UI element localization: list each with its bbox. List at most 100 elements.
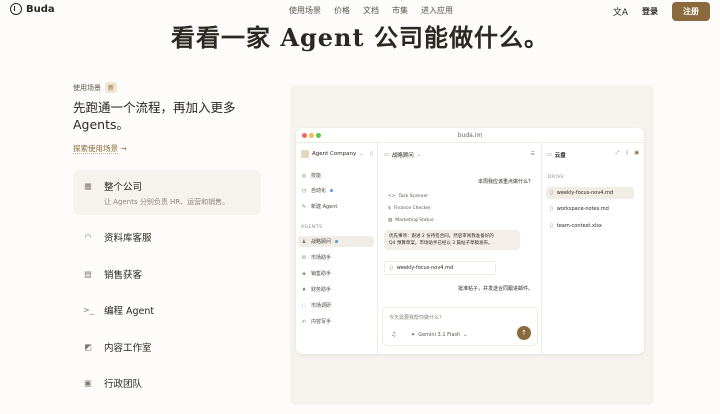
file-name: team-context.xlsx bbox=[556, 223, 602, 229]
tool-call-finance-checker[interactable]: $ Finance Checker bbox=[388, 206, 431, 211]
nav-link-market[interactable]: 市集 bbox=[392, 5, 408, 16]
team-item-admin[interactable]: ▣ 行政团队 bbox=[73, 365, 261, 402]
sidebar-item-automation[interactable]: ◷ 自动化 bbox=[301, 187, 334, 194]
megaphone-icon: ◩ bbox=[84, 342, 92, 352]
logo[interactable]: Buda bbox=[10, 3, 55, 15]
briefcase-icon: ▤ bbox=[84, 269, 92, 279]
send-button[interactable]: ↑ bbox=[517, 326, 531, 340]
tool-label: Task Scanner bbox=[398, 194, 429, 199]
composer-placeholder[interactable]: 今天需要我帮你做什么？ bbox=[389, 314, 444, 321]
chat-bubble-icon: ▭ bbox=[384, 152, 389, 158]
nav-link-open-app[interactable]: 进入应用 bbox=[421, 5, 453, 16]
user-message: 批准帖子，并发送合同跟进邮件。 bbox=[457, 286, 533, 292]
team-item-content[interactable]: ◩ 内容工作室 bbox=[73, 329, 261, 366]
sidebar-item-label: 财务助手 bbox=[311, 287, 332, 293]
sidebar-item-new-agent[interactable]: ✎ 新建 Agent bbox=[301, 203, 338, 211]
sidebar-agent-marketing[interactable]: ✉ 市场助手 bbox=[301, 254, 332, 262]
file-name: weekly-focus-nov4.md bbox=[556, 190, 614, 196]
nav-links: 使用场景 价格 文档 市集 进入应用 bbox=[289, 5, 453, 16]
terminal-icon: >_ bbox=[83, 305, 94, 315]
model-selector[interactable]: ✦ Gemini 3.1 Flash ⌄ bbox=[411, 332, 467, 338]
login-button[interactable]: 登录 bbox=[642, 6, 658, 17]
drive-section-label: DRIVE bbox=[548, 175, 565, 180]
nav-link-docs[interactable]: 文档 bbox=[363, 5, 379, 16]
team-item-support[interactable]: ◠ 资料库客服 bbox=[73, 219, 261, 256]
sidebar-toggle-icon[interactable]: ▯ bbox=[370, 151, 373, 157]
drive-file[interactable]: ▯ weekly-focus-nov4.md bbox=[546, 187, 634, 199]
magnifier-icon: ◌ bbox=[301, 302, 307, 309]
user-message: 本周我应该重点做什么？ bbox=[477, 179, 533, 185]
file-icon: ▯ bbox=[550, 223, 553, 229]
team-label: 整个公司 bbox=[104, 182, 143, 193]
sidebar-item-label: 市场助手 bbox=[311, 255, 332, 261]
team-label: 行政团队 bbox=[104, 379, 143, 391]
chevron-down-icon: ⌄ bbox=[416, 152, 421, 158]
logo-icon bbox=[10, 3, 22, 15]
split-view-icon[interactable]: ▯ bbox=[626, 150, 629, 156]
skills-icon: ◎ bbox=[301, 172, 307, 179]
drive-header: ▭ 云盘 bbox=[547, 151, 566, 159]
nav-link-use-cases[interactable]: 使用场景 bbox=[289, 5, 321, 16]
drive-toolbar: ⤢ ▯ ▣ bbox=[615, 150, 639, 156]
chat-menu-icon[interactable]: ☰ bbox=[531, 151, 535, 157]
sidebar-item-skills[interactable]: ◎ 技能 bbox=[301, 172, 322, 180]
headset-icon: ◠ bbox=[84, 232, 92, 242]
microphone-icon[interactable]: ♫ bbox=[391, 331, 396, 338]
new-badge: 新 bbox=[105, 82, 118, 93]
money-bag-icon: ♦ bbox=[301, 286, 307, 293]
sidebar-agent-finance[interactable]: ♦ 财务助手 bbox=[301, 286, 332, 294]
notification-dot bbox=[335, 240, 339, 243]
window-titlebar: buda.im bbox=[296, 128, 644, 143]
sparkle-icon: ✦ bbox=[411, 332, 416, 338]
tool-call-marketing-status[interactable]: ▥ Marketing Status bbox=[388, 218, 433, 223]
chess-icon: ♟ bbox=[301, 238, 307, 245]
drive-file[interactable]: ▯ workspace-notes.md bbox=[546, 203, 634, 215]
panel-toggle-icon[interactable]: ▣ bbox=[634, 150, 639, 156]
code-icon: <> bbox=[388, 194, 396, 199]
clipboard-icon: ▣ bbox=[84, 378, 92, 388]
tool-call-task-scanner[interactable]: <> Task Scanner bbox=[388, 194, 428, 199]
building-icon: ▦ bbox=[84, 181, 92, 191]
arrow-right-icon: → bbox=[120, 144, 127, 153]
chat-agent-name: 战略顾问 bbox=[391, 153, 414, 159]
file-name: workspace-notes.md bbox=[556, 206, 609, 212]
translate-icon[interactable]: 文A bbox=[613, 5, 628, 18]
file-icon: ▯ bbox=[550, 190, 553, 196]
sidebar-agent-research[interactable]: ◌ 市场调研 bbox=[301, 302, 331, 310]
notification-dot bbox=[330, 189, 334, 192]
expand-icon[interactable]: ⤢ bbox=[615, 150, 619, 156]
sidebar-agent-sales[interactable]: ◈ 销售助手 bbox=[301, 270, 331, 278]
explore-use-cases-link[interactable]: 探索使用场景 → bbox=[73, 143, 127, 154]
edit-icon: ✎ bbox=[301, 203, 307, 210]
chat-composer[interactable]: 今天需要我帮你做什么？ ♫ ✦ Gemini 3.1 Flash ⌄ ↑ bbox=[382, 307, 538, 346]
clock-icon: ◷ bbox=[301, 187, 307, 194]
sidebar-agent-strategy[interactable]: ♟ 战略顾问 bbox=[298, 236, 374, 247]
attached-file[interactable]: ▯ weekly-focus-nov4.md bbox=[384, 261, 496, 275]
drive-title: 云盘 bbox=[554, 153, 566, 159]
section-title: 先跑通一个流程，再加入更多 Agents。 bbox=[73, 100, 236, 132]
sidebar-item-label: 内容写手 bbox=[311, 319, 332, 325]
chevron-down-icon: ⌄ bbox=[463, 332, 468, 338]
eyebrow-label: 使用场景 bbox=[73, 83, 101, 92]
tag-icon: ◈ bbox=[302, 270, 306, 277]
chat-panel: ▭ 战略顾问 ⌄ ☰ 本周我应该重点做什么？ <> Task Scanner $… bbox=[378, 143, 542, 354]
window-title: buda.im bbox=[457, 132, 483, 139]
company-switcher[interactable]: Agent Company ⌄ ▯ bbox=[301, 150, 373, 158]
drive-file[interactable]: ▯ team-context.xlsx bbox=[546, 220, 634, 232]
app-sidebar: Agent Company ⌄ ▯ ◎ 技能 ◷ 自动化 ✎ 新建 Agent … bbox=[296, 143, 378, 354]
team-item-sales[interactable]: ▤ 销售获客 bbox=[73, 256, 261, 293]
section-eyebrow: 使用场景 新 bbox=[73, 82, 118, 93]
dollar-icon: $ bbox=[388, 206, 391, 211]
sidebar-item-label: 技能 bbox=[311, 173, 322, 179]
agents-heading: AGENTS bbox=[301, 225, 323, 230]
nav-link-pricing[interactable]: 价格 bbox=[334, 5, 350, 16]
team-item-whole-company[interactable]: ▦ 整个公司 让 Agents 分别负责 HR、运营和销售。 bbox=[73, 170, 261, 215]
sidebar-agent-writer[interactable]: ✍ 内容写手 bbox=[301, 318, 332, 326]
chat-header[interactable]: ▭ 战略顾问 ⌄ bbox=[384, 151, 421, 159]
team-item-coding[interactable]: >_ 编程 Agent bbox=[73, 292, 261, 329]
tool-label: Finance Checker bbox=[393, 206, 431, 211]
folder-icon: ▭ bbox=[547, 152, 552, 158]
agent-reply-line: Q4 预算草案。市场助手已经以 3 篇帖子草稿发布。 bbox=[389, 241, 493, 246]
team-label: 销售获客 bbox=[104, 269, 143, 281]
sidebar-item-label: 自动化 bbox=[311, 188, 327, 194]
